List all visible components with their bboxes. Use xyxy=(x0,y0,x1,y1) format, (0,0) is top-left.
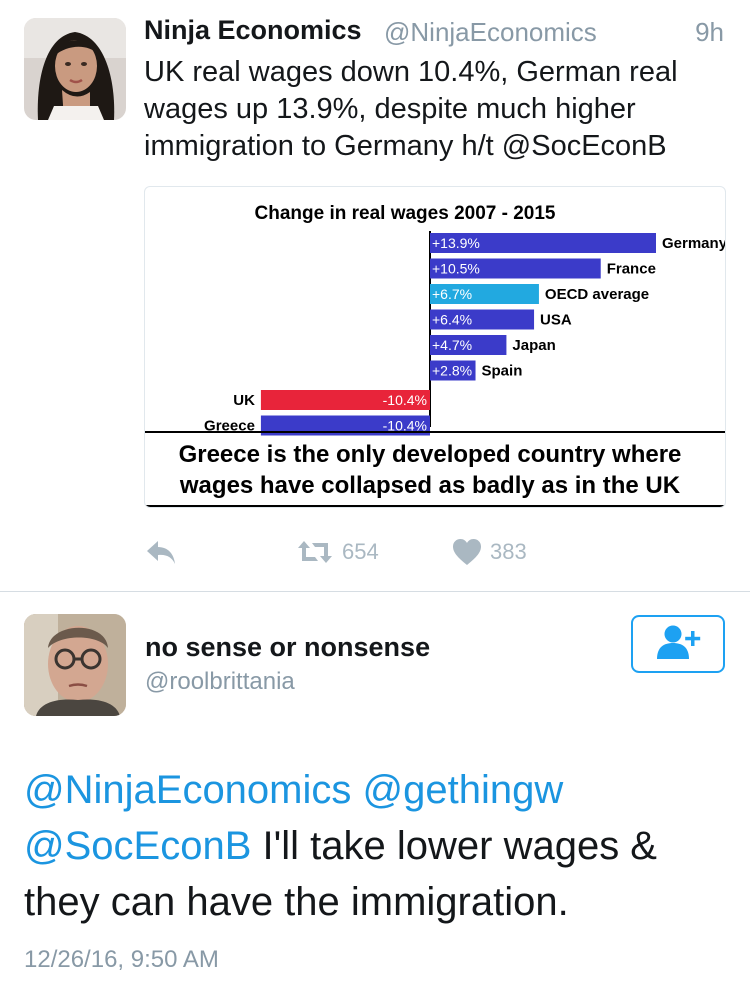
wages-chart: Change in real wages 2007 - 2015 +13.9% G… xyxy=(145,203,726,507)
chart-category-label: OECD average xyxy=(545,286,649,303)
chart-category-label: Japan xyxy=(512,337,555,354)
chart-category-label: Germany xyxy=(662,235,726,252)
tweet-time[interactable]: 9h xyxy=(695,17,724,48)
follow-user-icon xyxy=(653,623,703,666)
retweet-icon xyxy=(296,537,334,567)
reply-icon xyxy=(144,537,178,567)
chart-value-label: +6.4% xyxy=(432,312,472,328)
tweet-actions: 654 383 xyxy=(144,534,704,570)
chart-category-label: USA xyxy=(540,312,572,329)
chart-category-label: France xyxy=(607,261,656,278)
avatar[interactable] xyxy=(24,614,126,716)
chart-value-label: +10.5% xyxy=(432,261,480,277)
tweet-ninja-economics: Ninja Economics @NinjaEconomics 9h UK re… xyxy=(0,0,750,592)
tweet-timestamp[interactable]: 12/26/16, 9:50 AM xyxy=(24,946,219,974)
chart-value-label: +4.7% xyxy=(432,337,472,353)
retweet-count: 654 xyxy=(342,539,379,564)
heart-icon xyxy=(452,538,482,566)
chart-title: Change in real wages 2007 - 2015 xyxy=(255,203,556,224)
tweet-text: @NinjaEconomics @gethingw @SocEconB I'll… xyxy=(24,762,734,930)
mention-link[interactable]: @NinjaEconomics xyxy=(24,768,351,812)
retweet-button[interactable]: 654 xyxy=(296,534,379,570)
like-count: 383 xyxy=(490,539,527,564)
tweet-text: UK real wages down 10.4%, German real wa… xyxy=(144,56,678,162)
mention-link[interactable]: @gethingw xyxy=(363,768,564,812)
user-handle[interactable]: @NinjaEconomics xyxy=(384,17,597,48)
chart-value-label: -10.4% xyxy=(383,392,427,408)
mention-link[interactable]: @SocEconB xyxy=(24,824,251,868)
tweet-media-chart[interactable]: Change in real wages 2007 - 2015 +13.9% G… xyxy=(144,186,726,508)
like-button[interactable]: 383 xyxy=(452,534,527,570)
chart-category-label: Spain xyxy=(482,363,523,380)
chart-value-label: +6.7% xyxy=(432,286,472,302)
chart-value-label: +13.9% xyxy=(432,235,480,251)
avatar[interactable] xyxy=(24,18,126,120)
user-handle[interactable]: @roolbrittania xyxy=(145,668,295,696)
chart-caption-line: Greece is the only developed country whe… xyxy=(179,441,682,468)
reply-button[interactable] xyxy=(144,534,178,570)
chart-caption-line: wages have collapsed as badly as in the … xyxy=(179,472,681,499)
chart-category-label: UK xyxy=(233,392,255,409)
chart-value-label: +2.8% xyxy=(432,363,472,379)
display-name[interactable]: no sense or nonsense xyxy=(145,632,430,663)
tweet-divider xyxy=(0,591,750,592)
follow-button[interactable] xyxy=(631,615,725,673)
display-name[interactable]: Ninja Economics xyxy=(144,15,362,46)
